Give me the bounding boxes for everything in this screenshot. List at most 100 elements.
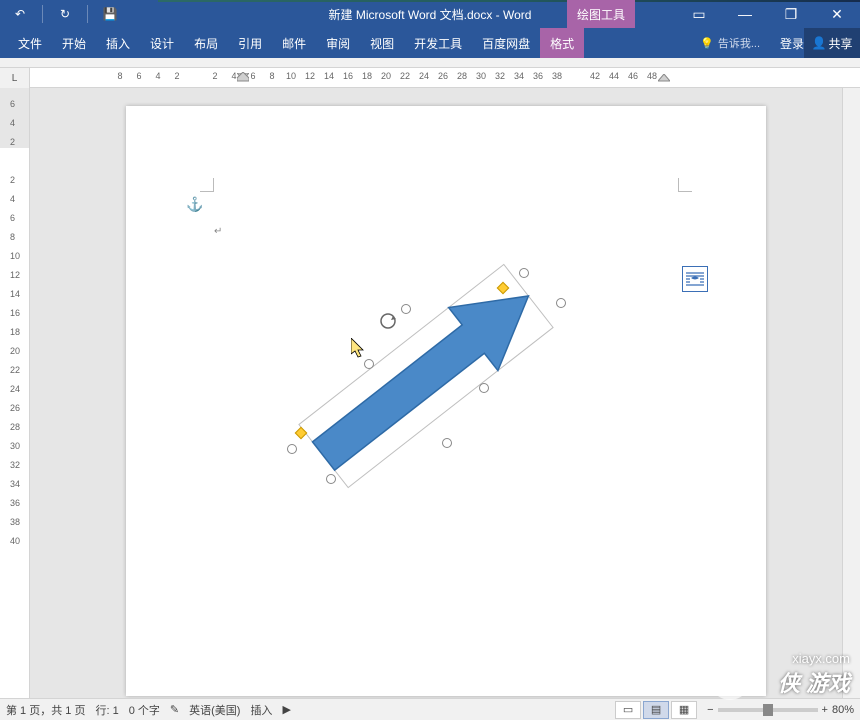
ruler-tick: 28 [10,422,20,432]
ruler-tick: 34 [10,479,20,489]
tab-baidu[interactable]: 百度网盘 [472,28,540,58]
ruler-tick: 8 [117,71,122,81]
ruler-tick: 6 [250,71,255,81]
view-buttons: ▭ ▤ ▦ [615,701,697,719]
resize-handle[interactable] [401,304,411,314]
status-proofing-icon[interactable]: ✎ [170,703,179,716]
window-controls: ▭ — ❐ ✕ [676,0,860,28]
ruler-tick: 38 [552,71,562,81]
ruler-tick: 12 [10,270,20,280]
separator [42,5,43,23]
zoom-controls: − + 80% [707,704,854,716]
status-insert-mode[interactable]: 插入 [250,702,272,718]
ribbon-tabs: 文件 开始 插入 设计 布局 引用 邮件 审阅 视图 开发工具 百度网盘 格式 … [0,28,860,58]
zoom-in-button[interactable]: + [822,704,828,716]
ruler-tick: 2 [174,71,179,81]
ruler-tick: 18 [362,71,372,81]
document-title: 新建 Microsoft Word 文档.docx - Word [329,6,532,23]
ruler-tick: 4 [10,194,15,204]
ruler-tick: 24 [10,384,20,394]
status-words[interactable]: 0 个字 [129,702,160,718]
ruler-tick: 4 [155,71,160,81]
ruler-tick: 2 [10,137,15,147]
tab-selector[interactable]: L [0,68,30,88]
ruler-tick: 4 [231,71,236,81]
resize-handle[interactable] [287,444,297,454]
layout-options-button[interactable] [682,266,708,292]
page-scroll-area[interactable]: ⚓ ↵ [30,88,842,698]
tab-insert[interactable]: 插入 [96,28,140,58]
resize-handle[interactable] [326,474,336,484]
tab-home[interactable]: 开始 [52,28,96,58]
resize-handle[interactable] [556,298,566,308]
ruler-tick: 20 [381,71,391,81]
hanging-indent-marker[interactable] [237,69,249,87]
login-button[interactable]: 登录 [780,28,804,58]
view-web-layout[interactable]: ▦ [671,701,697,719]
zoom-slider-thumb[interactable] [763,704,773,716]
tab-developer[interactable]: 开发工具 [404,28,472,58]
margin-corner-tr [678,178,692,192]
drawing-tools-context-tab: 绘图工具 [567,0,635,28]
zoom-slider[interactable] [718,708,818,712]
rotate-handle[interactable] [379,312,397,330]
quick-access-toolbar: ↶ ↻ 💾 [0,2,130,26]
status-macro-icon[interactable]: ▶ [282,703,290,716]
vertical-scrollbar[interactable] [842,88,860,698]
horizontal-ruler[interactable]: 8642246810121416182022242628303234363842… [30,68,860,87]
tab-view[interactable]: 视图 [360,28,404,58]
status-language[interactable]: 英语(美国) [189,702,240,718]
status-bar: 第 1 页，共 1 页 行: 1 0 个字 ✎ 英语(美国) 插入 ▶ ▭ ▤ … [0,698,860,720]
share-button[interactable]: 👤 共享 [804,28,860,58]
view-read-mode[interactable]: ▭ [615,701,641,719]
ruler-tick: 2 [10,175,15,185]
minimize-button[interactable]: — [722,0,768,28]
ruler-tick: 22 [400,71,410,81]
lightbulb-icon: 💡 [700,37,714,50]
redo-button[interactable]: ↻ [53,2,77,26]
resize-handle[interactable] [442,438,452,448]
ruler-tick: 6 [10,213,15,223]
arrow-shape-selected[interactable] [281,261,571,491]
view-print-layout[interactable]: ▤ [643,701,669,719]
ribbon-display-button[interactable]: ▭ [676,0,722,28]
status-line[interactable]: 行: 1 [95,702,118,718]
zoom-level[interactable]: 80% [832,704,854,716]
ruler-tick: 14 [324,71,334,81]
ruler-tick: 36 [533,71,543,81]
zoom-out-button[interactable]: − [707,704,713,716]
tab-mailings[interactable]: 邮件 [272,28,316,58]
undo-icon: ↶ [15,7,25,21]
ruler-tick: 24 [419,71,429,81]
horizontal-ruler-area: L 86422468101214161820222426283032343638… [0,68,860,88]
tab-design[interactable]: 设计 [140,28,184,58]
ruler-tick: 30 [476,71,486,81]
tell-me-search[interactable]: 💡 告诉我... [700,28,760,58]
ruler-tick: 28 [457,71,467,81]
undo-button[interactable]: ↶ [8,2,32,26]
close-button[interactable]: ✕ [814,0,860,28]
anchor-icon[interactable]: ⚓ [186,196,203,213]
resize-handle[interactable] [519,268,529,278]
tab-review[interactable]: 审阅 [316,28,360,58]
document-page[interactable]: ⚓ ↵ [126,106,766,696]
tab-file[interactable]: 文件 [8,28,52,58]
tab-format[interactable]: 格式 [540,28,584,58]
resize-handle[interactable] [479,383,489,393]
tab-layout[interactable]: 布局 [184,28,228,58]
ruler-tick: 6 [10,99,15,109]
save-button[interactable]: 💾 [98,2,122,26]
restore-button[interactable]: ❐ [768,0,814,28]
ruler-tick: 46 [628,71,638,81]
status-page[interactable]: 第 1 页，共 1 页 [6,702,85,718]
ruler-tick: 36 [10,498,20,508]
margin-corner-tl [200,178,214,192]
share-label: 共享 [828,35,852,52]
arrow-shape-body[interactable] [299,264,553,487]
title-bar: ↶ ↻ 💾 新建 Microsoft Word 文档.docx - Word 绘… [0,0,860,28]
tab-references[interactable]: 引用 [228,28,272,58]
paragraph-mark: ↵ [214,226,222,237]
right-indent-marker[interactable] [658,69,670,87]
separator [87,5,88,23]
vertical-ruler[interactable]: 642246810121416182022242628303234363840 [0,88,30,698]
